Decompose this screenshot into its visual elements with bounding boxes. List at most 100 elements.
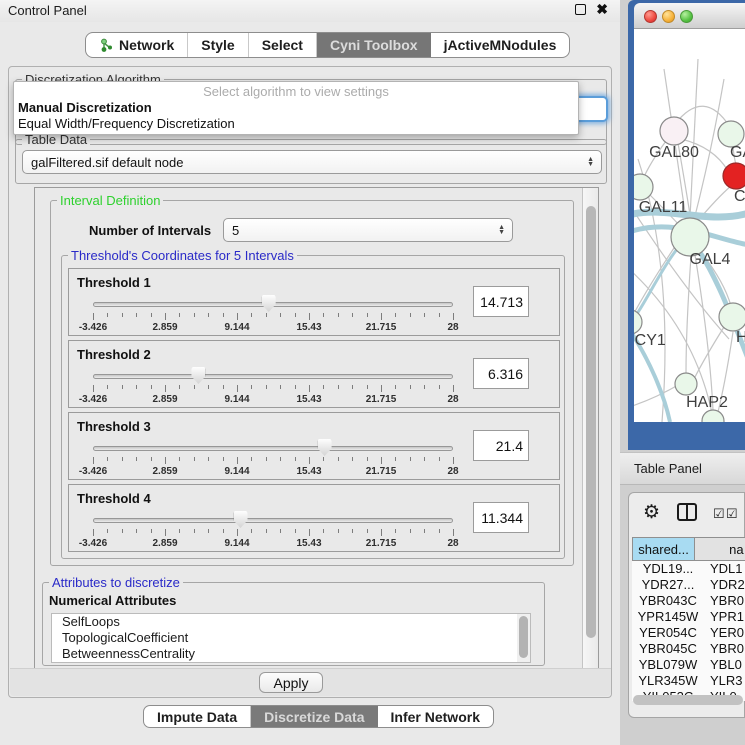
node-hap2[interactable] (675, 373, 697, 395)
table-row[interactable]: YER054CYER0 (632, 625, 745, 641)
panel-scrollbar[interactable] (582, 188, 598, 668)
tick-mark (395, 457, 396, 461)
table-row[interactable]: YDR27...YDR2 (632, 577, 745, 593)
cell: YBR0 (704, 593, 745, 609)
slider-ticks (93, 457, 453, 466)
tab-infer-network[interactable]: Infer Network (378, 706, 493, 727)
slider-track[interactable] (93, 446, 453, 451)
threshold-value-field[interactable]: 21.4 (473, 430, 529, 461)
threshold-value-field[interactable]: 11.344 (473, 502, 529, 533)
tab-select[interactable]: Select (249, 33, 317, 57)
split-columns-icon[interactable] (677, 503, 697, 521)
tick-mark (223, 313, 224, 317)
tab-label: Network (119, 37, 174, 53)
tick-mark (439, 385, 440, 389)
group-title: Threshold's Coordinates for 5 Intervals (68, 248, 297, 263)
float-window-icon[interactable] (575, 4, 586, 15)
tick-label: -3.426 (79, 538, 107, 549)
number-of-intervals-label: Number of Intervals (89, 223, 211, 238)
tab-discretize-data[interactable]: Discretize Data (251, 706, 377, 727)
slider-thumb[interactable] (191, 367, 205, 384)
tick-mark (367, 529, 368, 533)
threshold-1-slider[interactable]: -3.4262.8599.14415.4321.71528 (93, 269, 453, 337)
list-item[interactable]: BetweennessCentrality (52, 646, 530, 662)
tick-mark (165, 313, 166, 320)
threshold-value-field[interactable]: 6.316 (473, 358, 529, 389)
tick-label: 21.715 (366, 394, 397, 405)
zoom-traffic-light-icon[interactable] (680, 10, 693, 23)
number-of-intervals-combobox[interactable]: 5 ▲▼ (223, 218, 513, 242)
threshold-value-field[interactable]: 14.713 (473, 286, 529, 317)
cell: YER0 (704, 625, 745, 641)
tick-mark (352, 385, 353, 389)
list-item[interactable]: SelfLoops (52, 614, 530, 630)
checkbox-icon[interactable]: ☑ (713, 506, 725, 522)
tick-mark (352, 313, 353, 317)
node-gal11[interactable] (634, 174, 653, 200)
list-item[interactable]: TopologicalCoefficient (52, 630, 530, 646)
slider-thumb[interactable] (262, 295, 276, 312)
tick-mark (93, 385, 94, 392)
tick-mark (179, 385, 180, 389)
cyni-toolbox-panel: Discretization Algorithm Select algorith… (8, 66, 612, 698)
table-row[interactable]: YDL19...YDL1 (632, 561, 745, 577)
table-row[interactable]: YBL079WYBL0 (632, 657, 745, 673)
node-label: GAL11 (639, 199, 688, 216)
slider-thumb[interactable] (234, 511, 248, 528)
table-row[interactable]: YBR045CYBR0 (632, 641, 745, 657)
tick-mark (338, 457, 339, 461)
threshold-4-slider[interactable]: -3.4262.8599.14415.4321.71528 (93, 485, 453, 553)
column-header-shared[interactable]: shared... (632, 537, 695, 561)
table-row[interactable]: YPR145WYPR1 (632, 609, 745, 625)
node-h[interactable] (719, 303, 745, 331)
threshold-2-slider[interactable]: -3.4262.8599.14415.4321.71528 (93, 341, 453, 409)
tick-mark (237, 457, 238, 464)
tab-label: jActiveMNodules (444, 37, 557, 53)
dropdown-option-equal-width[interactable]: Equal Width/Frequency Discretization (14, 116, 578, 132)
network-canvas[interactable]: GAL80 GA C GAL11 GAL4 GCY1 H HAP2 (634, 29, 745, 422)
combo-value: 5 (232, 223, 239, 238)
table-data-combobox[interactable]: galFiltered.sif default node ▲▼ (22, 150, 602, 174)
close-traffic-light-icon[interactable] (644, 10, 657, 23)
node-bottom-partial[interactable] (702, 410, 724, 422)
minimize-traffic-light-icon[interactable] (662, 10, 675, 23)
tick-mark (453, 313, 454, 320)
tick-mark (309, 457, 310, 464)
table-row[interactable]: YBR043CYBR0 (632, 593, 745, 609)
slider-track[interactable] (93, 518, 453, 523)
slider-track[interactable] (93, 374, 453, 379)
node-highlighted-red[interactable] (723, 163, 745, 189)
close-icon[interactable]: ✖ (596, 1, 608, 18)
list-scrollbar[interactable] (517, 614, 530, 662)
table-row[interactable]: YLR345WYLR3 (632, 673, 745, 689)
tab-jactivemnodules[interactable]: jActiveMNodules (431, 33, 570, 57)
tab-impute-data[interactable]: Impute Data (144, 706, 251, 727)
threshold-4-row: Threshold 4 -3.4262.8599.14415.4321.7152… (68, 484, 560, 552)
tab-network[interactable]: Network (86, 33, 188, 57)
tab-style[interactable]: Style (188, 33, 248, 57)
node-gal80[interactable] (660, 117, 688, 145)
stepper-arrows-icon: ▲▼ (498, 225, 505, 235)
table-horizontal-scrollbar[interactable] (633, 695, 743, 705)
apply-button[interactable]: Apply (259, 672, 323, 693)
tab-cyni-toolbox[interactable]: Cyni Toolbox (317, 33, 431, 57)
tick-label: 9.144 (224, 538, 249, 549)
slider-thumb[interactable] (318, 439, 332, 456)
scrollbar-thumb[interactable] (586, 206, 596, 638)
threshold-3-slider[interactable]: -3.4262.8599.14415.4321.71528 (93, 413, 453, 481)
tick-label: 28 (447, 394, 458, 405)
node-gcy1[interactable] (634, 310, 642, 334)
scrollbar-thumb[interactable] (519, 616, 528, 658)
dropdown-option-manual[interactable]: Manual Discretization (14, 100, 578, 116)
tick-mark (381, 457, 382, 464)
slider-tick-labels: -3.4262.8599.14415.4321.71528 (93, 322, 453, 334)
column-header-name[interactable]: na (695, 537, 745, 561)
slider-ticks (93, 313, 453, 322)
attributes-list[interactable]: SelfLoops TopologicalCoefficient Between… (51, 613, 531, 663)
cell: YPR1 (704, 609, 745, 625)
gear-icon[interactable]: ⚙ (643, 501, 660, 524)
tick-mark (179, 457, 180, 461)
tick-mark (266, 313, 267, 317)
checkbox-icon[interactable]: ☑ (726, 506, 738, 522)
cell: YBR045C (632, 641, 704, 657)
